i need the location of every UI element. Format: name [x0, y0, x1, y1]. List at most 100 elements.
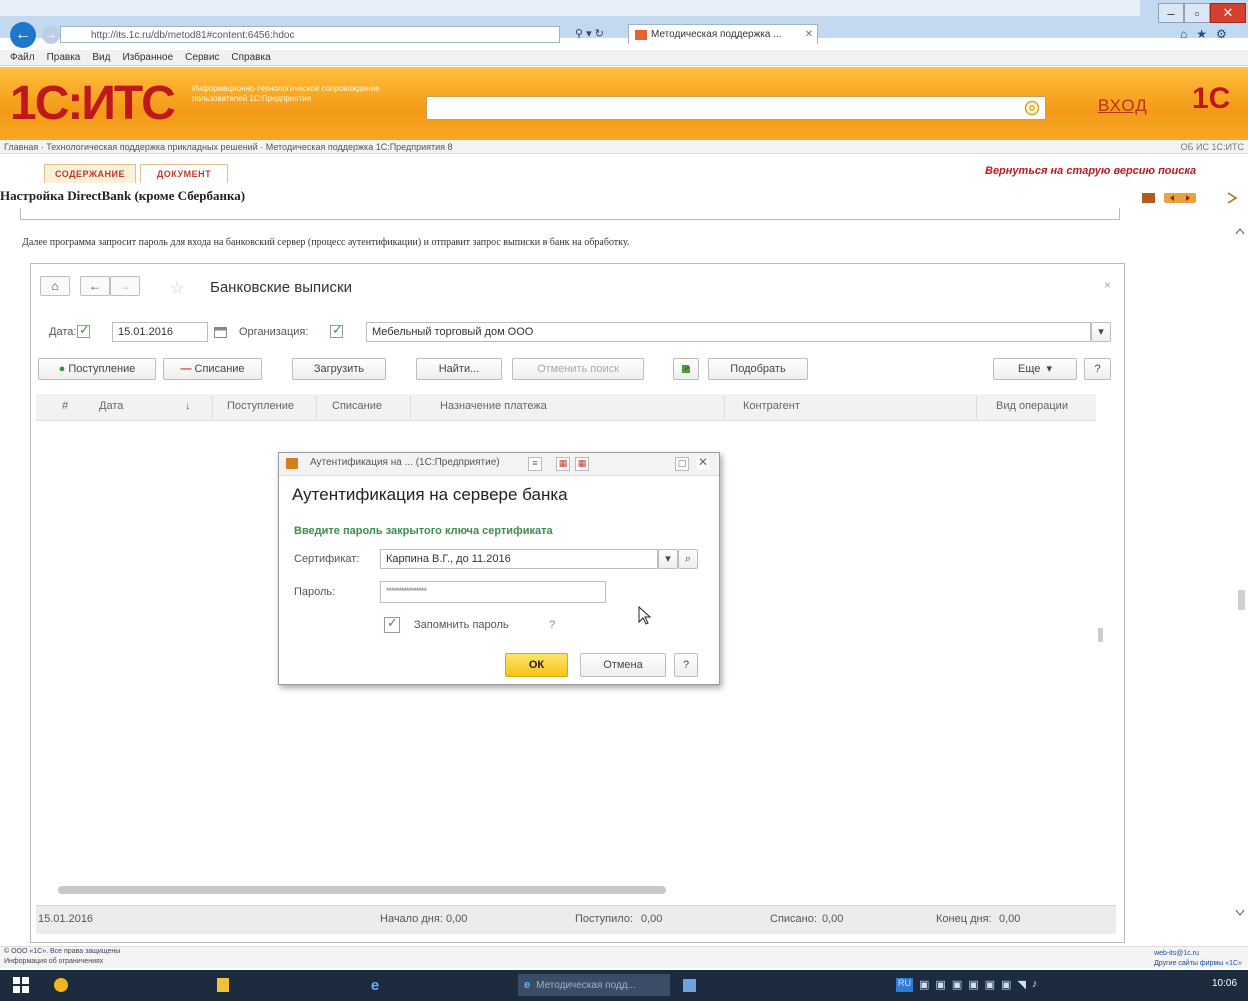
tab-close-icon[interactable]: ✕	[805, 25, 813, 44]
folder-icon[interactable]	[210, 974, 236, 996]
doc-frame	[20, 208, 1120, 220]
chrome-icon[interactable]	[48, 974, 74, 996]
incoming-button[interactable]: ● Поступление	[38, 358, 156, 380]
site-logo[interactable]: 1С:ИТС	[10, 80, 176, 128]
ok-button[interactable]: ОК	[505, 653, 568, 677]
active-ie-icon: e	[524, 979, 531, 991]
column-date[interactable]: Дата	[99, 400, 123, 412]
login-link[interactable]: ВХОД	[1098, 96, 1148, 116]
dialog-maximize-icon[interactable]: ▢	[675, 457, 689, 471]
footer-links[interactable]: web-its@1c.ru Другие сайты фирмы «1С»	[1154, 949, 1242, 969]
certificate-field[interactable]: Карпина В.Г., до 11.2016	[380, 549, 658, 569]
address-tools[interactable]: ⚲ ▾ ↻	[575, 26, 625, 43]
tray-app-icon[interactable]: ▣	[935, 978, 945, 992]
dialog-calc-icon[interactable]: ▦	[575, 457, 589, 471]
more-button[interactable]: Еще ▾	[993, 358, 1077, 380]
cancel-search-button[interactable]: Отменить поиск	[512, 358, 644, 380]
tray-app-icon[interactable]: ▣	[919, 978, 929, 992]
grid-horizontal-scrollbar[interactable]	[58, 886, 666, 894]
cancel-button[interactable]: Отмена	[580, 653, 666, 677]
favorites-icon[interactable]: ★	[1196, 27, 1207, 43]
tray-network-icon[interactable]: ◥	[1017, 978, 1025, 992]
tray-volume-icon[interactable]: ♪	[1032, 978, 1038, 992]
pick-button[interactable]: Подобрать	[708, 358, 808, 380]
date-field[interactable]: 15.01.2016	[112, 322, 208, 342]
taskbar-active-window[interactable]: e Методическая подд...	[518, 974, 670, 996]
dialog-help-button[interactable]: ?	[674, 653, 698, 677]
menu-edit[interactable]: Правка	[47, 50, 81, 65]
site-footer: © ООО «1С». Все права защищены Информаци…	[0, 946, 1248, 968]
sort-arrow-icon: ↓	[185, 400, 191, 412]
window-minimize-button[interactable]: –	[1158, 3, 1184, 23]
form-close-icon[interactable]: ×	[1104, 278, 1111, 292]
breadcrumb-right-link[interactable]: ОБ ИС 1С:ИТС	[1181, 140, 1244, 153]
address-bar[interactable]: http://its.1c.ru/db/metod81#content:6456…	[60, 26, 560, 43]
tray-app-icon[interactable]: ▣	[952, 978, 962, 992]
grid-vertical-scrollbar[interactable]	[1098, 628, 1103, 642]
page-vertical-scrollbar[interactable]	[1232, 210, 1248, 930]
certificate-dropdown-button[interactable]: ▾	[658, 549, 678, 569]
find-button[interactable]: Найти...	[416, 358, 502, 380]
start-windows-icon[interactable]	[8, 974, 34, 996]
browser-tab[interactable]: Методическая поддержка ... ✕	[628, 24, 818, 44]
date-filter-label: Дата:	[49, 326, 77, 338]
remember-help-link[interactable]: ?	[549, 619, 555, 631]
forward-button[interactable]: →	[110, 276, 140, 296]
help-button[interactable]: ?	[1084, 358, 1111, 380]
tray-app-icon[interactable]: ▣	[1001, 978, 1011, 992]
settings-gear-icon[interactable]: ⚙	[1216, 27, 1227, 43]
page-title: Настройка DirectBank (кроме Сбербанка)	[0, 188, 246, 203]
password-field[interactable]: ****************	[380, 581, 606, 603]
menu-favorites[interactable]: Избранное	[122, 50, 173, 65]
menu-tools[interactable]: Сервис	[185, 50, 219, 65]
calendar-icon[interactable]	[214, 326, 227, 338]
column-operation-type[interactable]: Вид операции	[996, 400, 1068, 412]
language-indicator[interactable]: RU	[896, 978, 913, 992]
taskbar-clock[interactable]: 10:06	[1212, 978, 1237, 989]
tray-app-icon[interactable]: ▣	[985, 978, 995, 992]
back-button[interactable]: ←	[80, 276, 110, 296]
ie-icon[interactable]: e	[362, 974, 388, 996]
window-maximize-button[interactable]: ▫	[1184, 3, 1210, 23]
favorite-star-icon[interactable]: ☆	[170, 278, 184, 298]
search-icon[interactable]	[1024, 100, 1040, 116]
menu-file[interactable]: Файл	[10, 50, 35, 65]
menu-view[interactable]: Вид	[92, 50, 110, 65]
start-of-day-value: 0,00	[446, 913, 468, 925]
tray-app-icon[interactable]: ▣	[968, 978, 978, 992]
window-app-icon[interactable]	[676, 974, 702, 996]
column-incoming[interactable]: Поступление	[227, 400, 294, 412]
column-purpose[interactable]: Назначение платежа	[440, 400, 547, 412]
end-of-day-value: 0,00	[999, 913, 1021, 925]
browser-caption	[0, 0, 1140, 16]
return-old-search-link[interactable]: Вернуться на старую версию поиска	[985, 165, 1196, 177]
search-input[interactable]	[426, 96, 1046, 120]
footer-date: 15.01.2016	[38, 913, 94, 925]
form-title: Банковские выписки	[210, 279, 352, 296]
organization-field[interactable]: Мебельный торговый дом ООО	[366, 322, 1091, 342]
refresh-icon[interactable]	[673, 358, 699, 380]
dialog-calendar-icon[interactable]: ▦	[556, 457, 570, 471]
tab-contents[interactable]: СОДЕРЖАНИЕ	[44, 164, 136, 183]
home-button[interactable]: ⌂	[40, 276, 70, 296]
home-icon[interactable]: ⌂	[1180, 27, 1187, 43]
breadcrumb: Главная · Технологическая поддержка прик…	[0, 140, 1248, 154]
breadcrumb-path[interactable]: Главная · Технологическая поддержка прик…	[4, 142, 453, 152]
tab-document[interactable]: ДОКУМЕНТ	[140, 164, 228, 183]
forward-icon[interactable]: →	[42, 26, 60, 44]
remember-password-checkbox[interactable]: ✓	[384, 615, 400, 633]
certificate-open-icon[interactable]: ⌕	[678, 549, 698, 569]
dialog-close-icon[interactable]: ✕	[697, 456, 709, 469]
window-close-button[interactable]: ✕	[1210, 3, 1246, 23]
menu-help[interactable]: Справка	[231, 50, 270, 65]
page-scroll-thumb[interactable]	[1238, 590, 1245, 610]
outgoing-button[interactable]: — Списание	[163, 358, 262, 380]
column-outgoing[interactable]: Списание	[332, 400, 382, 412]
org-filter-checkbox[interactable]: ✓	[330, 322, 343, 338]
column-counterparty[interactable]: Контрагент	[743, 400, 800, 412]
load-button[interactable]: Загрузить	[292, 358, 386, 380]
dialog-list-icon[interactable]: ≡	[528, 457, 542, 471]
back-icon[interactable]: ←	[10, 22, 36, 48]
date-filter-checkbox[interactable]: ✓	[77, 322, 90, 338]
org-dropdown-button[interactable]: ▾	[1091, 322, 1111, 342]
